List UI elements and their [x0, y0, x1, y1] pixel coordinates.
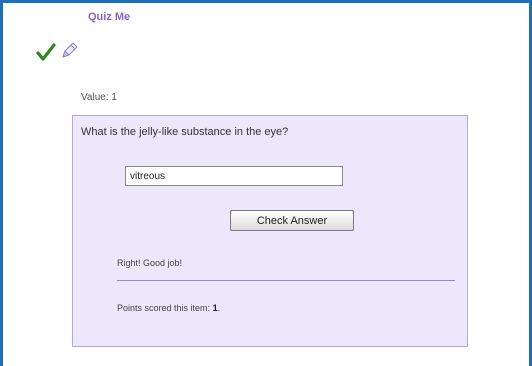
checkmark-icon — [36, 43, 56, 61]
points-label: Points scored this item: — [117, 303, 211, 313]
check-answer-button[interactable]: Check Answer — [230, 210, 354, 231]
question-panel: What is the jelly-like substance in the … — [72, 115, 468, 347]
question-text: What is the jelly-like substance in the … — [81, 126, 289, 138]
points-suffix: . — [217, 303, 221, 313]
value-label: Value: 1 — [81, 92, 117, 103]
pencil-icon[interactable] — [58, 40, 80, 62]
points-line: Points scored this item: 1. — [117, 303, 220, 313]
divider — [117, 280, 455, 281]
answer-input[interactable] — [125, 166, 343, 186]
feedback-text: Right! Good job! — [117, 258, 183, 268]
quiz-title: Quiz Me — [88, 11, 131, 23]
